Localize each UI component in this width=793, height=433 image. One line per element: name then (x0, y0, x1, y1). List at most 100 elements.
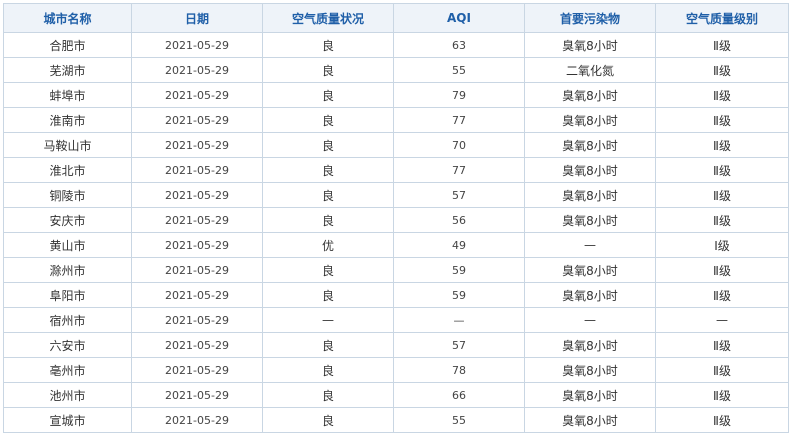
aqi-cell: 55 (393, 57, 525, 83)
level-cell: Ⅱ级 (655, 32, 789, 58)
city-cell: 滁州市 (3, 257, 132, 283)
status-cell: 良 (262, 357, 394, 383)
aqi-cell: 63 (393, 32, 525, 58)
city-cell: 马鞍山市 (3, 132, 132, 158)
aqi-cell: — (393, 307, 525, 333)
status-cell: 良 (262, 407, 394, 433)
status-cell: — (262, 307, 394, 333)
header-level[interactable]: 空气质量级别 (655, 3, 789, 33)
table-row: 宣城市 2021-05-29 良 55 臭氧8小时 Ⅱ级 (3, 407, 789, 433)
header-date[interactable]: 日期 (131, 3, 263, 33)
air-quality-table: 城市名称 日期 空气质量状况 AQI 首要污染物 空气质量级别 合肥市 2021-… (3, 3, 789, 433)
table-row: 黄山市 2021-05-29 优 49— Ⅰ级 (3, 232, 789, 258)
table-header: 城市名称 日期 空气质量状况 AQI 首要污染物 空气质量级别 (3, 3, 789, 33)
table-row: 阜阳市 2021-05-29 良 59 臭氧8小时 Ⅱ级 (3, 282, 789, 308)
date-cell: 2021-05-29 (131, 332, 263, 358)
city-cell: 黄山市 (3, 232, 132, 258)
city-cell: 亳州市 (3, 357, 132, 383)
status-cell: 优 (262, 232, 394, 258)
city-cell: 安庆市 (3, 207, 132, 233)
level-cell: Ⅱ级 (655, 382, 789, 408)
city-cell: 蚌埠市 (3, 82, 132, 108)
status-cell: 良 (262, 32, 394, 58)
level-cell: Ⅱ级 (655, 282, 789, 308)
pollutant-cell: 臭氧8小时 (524, 332, 656, 358)
pollutant-cell: 臭氧8小时 (524, 32, 656, 58)
city-cell: 铜陵市 (3, 182, 132, 208)
header-pollutant[interactable]: 首要污染物 (524, 3, 656, 33)
table-row: 宿州市 2021-05-29— — — — (3, 307, 789, 333)
level-cell: — (655, 307, 789, 333)
aqi-cell: 77 (393, 157, 525, 183)
date-cell: 2021-05-29 (131, 132, 263, 158)
city-cell: 淮北市 (3, 157, 132, 183)
header-status[interactable]: 空气质量状况 (262, 3, 394, 33)
pollutant-cell: 臭氧8小时 (524, 182, 656, 208)
date-cell: 2021-05-29 (131, 157, 263, 183)
date-cell: 2021-05-29 (131, 32, 263, 58)
aqi-cell: 79 (393, 82, 525, 108)
date-cell: 2021-05-29 (131, 382, 263, 408)
date-cell: 2021-05-29 (131, 282, 263, 308)
header-city[interactable]: 城市名称 (3, 3, 132, 33)
aqi-cell: 78 (393, 357, 525, 383)
level-cell: Ⅱ级 (655, 357, 789, 383)
city-cell: 淮南市 (3, 107, 132, 133)
header-aqi[interactable]: AQI (393, 3, 525, 33)
pollutant-cell: 臭氧8小时 (524, 132, 656, 158)
pollutant-cell: — (524, 232, 656, 258)
aqi-cell: 59 (393, 257, 525, 283)
city-cell: 阜阳市 (3, 282, 132, 308)
status-cell: 良 (262, 257, 394, 283)
date-cell: 2021-05-29 (131, 107, 263, 133)
table-row: 蚌埠市 2021-05-29 良 79 臭氧8小时 Ⅱ级 (3, 82, 789, 108)
table-row: 六安市 2021-05-29 良 57 臭氧8小时 Ⅱ级 (3, 332, 789, 358)
city-cell: 合肥市 (3, 32, 132, 58)
status-cell: 良 (262, 82, 394, 108)
pollutant-cell: 臭氧8小时 (524, 207, 656, 233)
date-cell: 2021-05-29 (131, 407, 263, 433)
aqi-cell: 57 (393, 182, 525, 208)
status-cell: 良 (262, 207, 394, 233)
aqi-cell: 56 (393, 207, 525, 233)
pollutant-cell: 臭氧8小时 (524, 282, 656, 308)
level-cell: Ⅱ级 (655, 207, 789, 233)
table-row: 滁州市 2021-05-29 良 59 臭氧8小时 Ⅱ级 (3, 257, 789, 283)
table-row: 合肥市 2021-05-29 良 63 臭氧8小时 Ⅱ级 (3, 32, 789, 58)
city-cell: 芜湖市 (3, 57, 132, 83)
table-row: 淮北市 2021-05-29 良 77 臭氧8小时 Ⅱ级 (3, 157, 789, 183)
status-cell: 良 (262, 57, 394, 83)
aqi-cell: 66 (393, 382, 525, 408)
table-body: 合肥市 2021-05-29 良 63 臭氧8小时 Ⅱ级 芜湖市 2021-05-29 良 55 二… (3, 32, 789, 433)
level-cell: Ⅱ级 (655, 182, 789, 208)
level-cell: Ⅱ级 (655, 82, 789, 108)
table-row: 铜陵市 2021-05-29 良 57 臭氧8小时 Ⅱ级 (3, 182, 789, 208)
pollutant-cell: 臭氧8小时 (524, 357, 656, 383)
level-cell: Ⅱ级 (655, 107, 789, 133)
pollutant-cell: 臭氧8小时 (524, 382, 656, 408)
level-cell: Ⅱ级 (655, 157, 789, 183)
date-cell: 2021-05-29 (131, 307, 263, 333)
status-cell: 良 (262, 332, 394, 358)
table-row: 淮南市 2021-05-29 良 77 臭氧8小时 Ⅱ级 (3, 107, 789, 133)
date-cell: 2021-05-29 (131, 257, 263, 283)
table-row: 芜湖市 2021-05-29 良 55 二氧化氮 Ⅱ级 (3, 57, 789, 83)
pollutant-cell: 臭氧8小时 (524, 257, 656, 283)
pollutant-cell: 臭氧8小时 (524, 157, 656, 183)
date-cell: 2021-05-29 (131, 357, 263, 383)
date-cell: 2021-05-29 (131, 207, 263, 233)
date-cell: 2021-05-29 (131, 182, 263, 208)
city-cell: 池州市 (3, 382, 132, 408)
aqi-cell: 59 (393, 282, 525, 308)
date-cell: 2021-05-29 (131, 57, 263, 83)
aqi-cell: 49 (393, 232, 525, 258)
level-cell: Ⅱ级 (655, 257, 789, 283)
aqi-cell: 70 (393, 132, 525, 158)
table-row: 马鞍山市 2021-05-29 良 70 臭氧8小时 Ⅱ级 (3, 132, 789, 158)
city-cell: 宣城市 (3, 407, 132, 433)
level-cell: Ⅱ级 (655, 332, 789, 358)
level-cell: Ⅰ级 (655, 232, 789, 258)
level-cell: Ⅱ级 (655, 132, 789, 158)
table-row: 亳州市 2021-05-29 良 78 臭氧8小时 Ⅱ级 (3, 357, 789, 383)
pollutant-cell: — (524, 307, 656, 333)
